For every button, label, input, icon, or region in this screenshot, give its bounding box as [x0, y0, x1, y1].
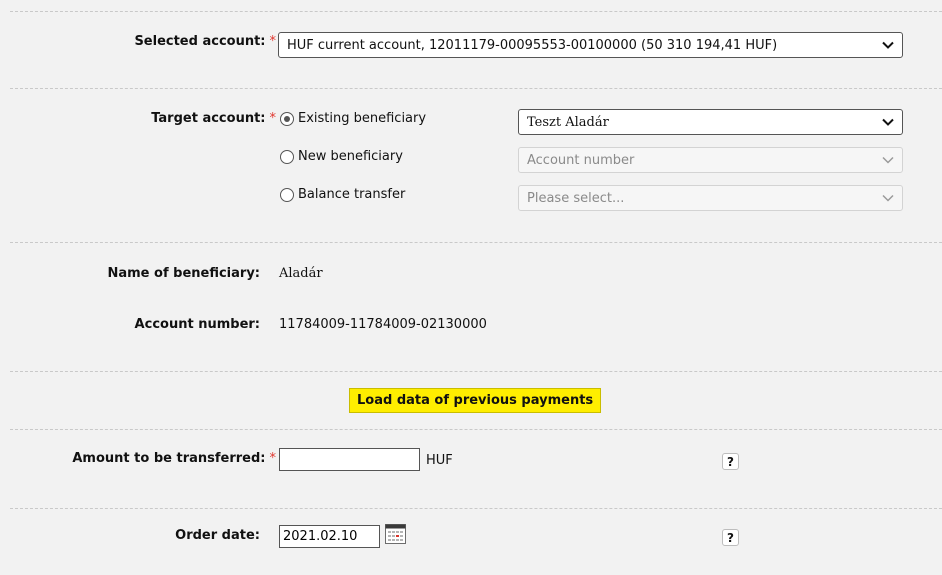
target-account-label: Target account: * [151, 111, 276, 126]
divider [10, 429, 942, 430]
beneficiary-select-value: Teszt Aladár [527, 114, 609, 130]
order-date-input[interactable] [279, 525, 380, 548]
radio-new-beneficiary[interactable]: New beneficiary [280, 149, 403, 164]
divider [10, 371, 942, 372]
amount-help-icon[interactable]: ? [722, 453, 739, 470]
radio-button[interactable] [280, 149, 294, 164]
account-number-label: Account number: [134, 317, 260, 332]
amount-label: Amount to be transferred: * [72, 451, 276, 466]
required-marker: * [269, 111, 277, 126]
required-marker: * [269, 34, 277, 49]
balance-transfer-select: Please select... [518, 185, 903, 211]
beneficiary-select[interactable]: Teszt Aladár [518, 109, 903, 135]
radio-button[interactable] [280, 187, 294, 202]
selected-account-label: Selected account: * [134, 34, 276, 49]
radio-balance-transfer[interactable]: Balance transfer [280, 187, 405, 202]
account-number-value: 11784009-11784009-02130000 [279, 317, 487, 332]
balance-transfer-placeholder: Please select... [527, 190, 625, 206]
divider [10, 508, 942, 509]
beneficiary-name-label: Name of beneficiary: [107, 266, 260, 281]
load-previous-payments-button[interactable]: Load data of previous payments [349, 388, 602, 413]
calendar-icon[interactable] [385, 524, 406, 548]
divider [10, 242, 942, 243]
order-date-label: Order date: [175, 528, 260, 543]
account-number-select: Account number [518, 147, 903, 173]
currency-label: HUF [426, 453, 453, 468]
radio-button[interactable] [280, 111, 294, 126]
divider [10, 88, 942, 89]
radio-existing-beneficiary[interactable]: Existing beneficiary [280, 111, 426, 126]
selected-account-value: HUF current account, 12011179-00095553-0… [287, 37, 778, 53]
required-marker: * [269, 451, 277, 466]
chevron-down-icon [882, 39, 894, 51]
beneficiary-name-value: Aladár [279, 266, 323, 281]
chevron-down-icon [882, 192, 894, 204]
selected-account-select[interactable]: HUF current account, 12011179-00095553-0… [278, 32, 903, 58]
chevron-down-icon [882, 116, 894, 128]
account-number-placeholder: Account number [527, 152, 635, 168]
order-date-help-icon[interactable]: ? [722, 529, 739, 546]
chevron-down-icon [882, 154, 894, 166]
divider [10, 11, 942, 12]
amount-input[interactable] [279, 448, 420, 471]
